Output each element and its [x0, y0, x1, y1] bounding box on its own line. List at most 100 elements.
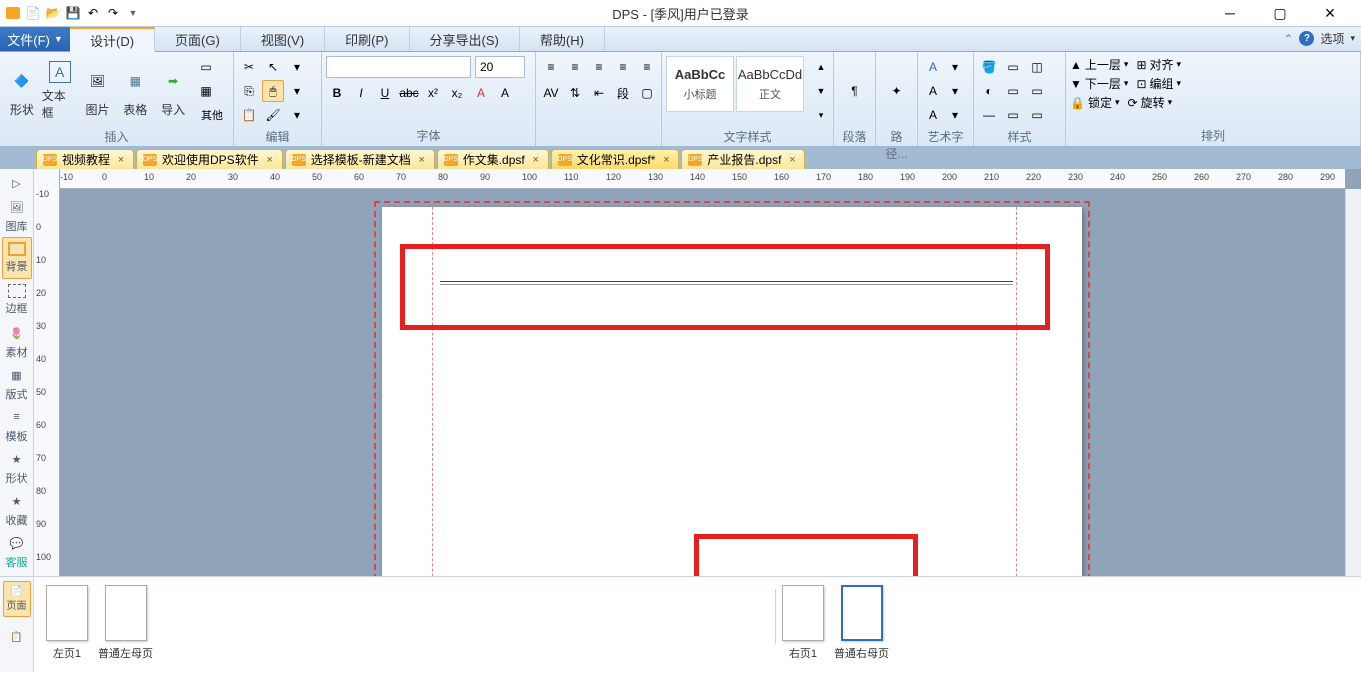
font-size-combo[interactable]: 20	[475, 56, 525, 78]
insert-other-button[interactable]: 其他	[195, 104, 229, 126]
para-more-icon[interactable]: ▢	[636, 82, 658, 104]
align-justify-icon[interactable]: ≡	[612, 56, 634, 78]
minimize-button[interactable]: ─	[1217, 4, 1243, 22]
wordart-6[interactable]: ▾	[944, 104, 966, 126]
wordart-5[interactable]: A	[922, 104, 944, 126]
send-backward-button[interactable]: ▼下一层▾	[1070, 75, 1128, 92]
highlight-button[interactable]: A	[494, 82, 516, 104]
lineheight-button[interactable]: ⇅	[564, 82, 586, 104]
edit-misc-1[interactable]: ▾	[286, 56, 308, 78]
maximize-button[interactable]: ▢	[1267, 4, 1293, 22]
select-tool[interactable]: ↖	[262, 56, 284, 78]
app-icon[interactable]	[4, 4, 22, 22]
lock-button[interactable]: 🔒锁定▾	[1070, 94, 1120, 111]
thumb-right-page-1[interactable]: 右页1	[782, 585, 824, 664]
subscript-button[interactable]: x₂	[446, 82, 468, 104]
thumb-left-page-1[interactable]: 左页1	[46, 585, 88, 664]
style-fill[interactable]: 🪣	[978, 56, 1000, 78]
wordart-3[interactable]: A	[922, 80, 944, 102]
sidebar-favorite[interactable]: ★收藏	[2, 489, 32, 531]
doc-tab-essay[interactable]: DPS作文集.dpsf×	[437, 149, 549, 169]
horizontal-ruler[interactable]: -100102030405060708090100110120130140150…	[60, 169, 1345, 189]
style-gallery-down[interactable]: ▼	[810, 80, 832, 102]
paragraph-button[interactable]: ¶	[838, 56, 871, 126]
sidebar-support[interactable]: 💬客服	[2, 531, 32, 573]
tab-view[interactable]: 视图(V)	[241, 27, 325, 51]
align-right-icon[interactable]: ≡	[588, 56, 610, 78]
undo-icon[interactable]: ↶	[84, 4, 102, 22]
thumb-left-master[interactable]: 普通左母页	[98, 585, 153, 664]
edit-misc-2[interactable]: ▾	[286, 80, 308, 102]
italic-button[interactable]: I	[350, 82, 372, 104]
format-painter-icon[interactable]: 🖌	[262, 104, 284, 126]
bold-button[interactable]: B	[326, 82, 348, 104]
bring-forward-button[interactable]: ▲上一层▾	[1070, 56, 1128, 73]
sidebar-layout[interactable]: ▦版式	[2, 363, 32, 405]
tab-help[interactable]: 帮助(H)	[520, 27, 605, 51]
insert-image-button[interactable]: 🖼图片	[80, 56, 116, 126]
open-icon[interactable]: 📂	[44, 4, 62, 22]
close-tab-icon[interactable]: ×	[264, 154, 276, 166]
file-menu[interactable]: 文件(F)▼	[0, 27, 70, 51]
edit-misc-3[interactable]: ▾	[286, 104, 308, 126]
style-shadow[interactable]: ◫	[1026, 56, 1048, 78]
style-subtitle[interactable]: AaBbCc 小标题	[666, 56, 734, 112]
tab-design[interactable]: 设计(D)	[70, 27, 155, 52]
path-button[interactable]: ✦	[880, 56, 913, 126]
doc-tab-video[interactable]: DPS视频教程×	[36, 149, 134, 169]
insert-shape-button[interactable]: 🔷形状	[4, 56, 40, 126]
panel-tab-pages[interactable]: 📄页面	[3, 581, 31, 617]
rotate-button[interactable]: ⟳旋转▾	[1128, 94, 1173, 111]
thumb-right-master[interactable]: 普通右母页	[834, 585, 889, 664]
help-icon[interactable]: ?	[1299, 31, 1314, 46]
doc-tab-welcome[interactable]: DPS欢迎使用DPS软件×	[136, 149, 283, 169]
style-5[interactable]: ▭	[1002, 80, 1024, 102]
sidebar-collapse-icon[interactable]: ▷	[10, 171, 24, 195]
sidebar-border[interactable]: 边框	[2, 279, 32, 321]
insert-misc-1[interactable]: ▭	[195, 56, 217, 78]
wordart-4[interactable]: ▾	[944, 80, 966, 102]
tab-page[interactable]: 页面(G)	[155, 27, 241, 51]
style-9[interactable]: ▭	[1026, 104, 1048, 126]
insert-misc-2[interactable]: ▦	[195, 80, 217, 102]
align-distribute-icon[interactable]: ≡	[636, 56, 658, 78]
panel-tab-other[interactable]: 📋	[3, 619, 31, 655]
sidebar-template[interactable]: ≡模板	[2, 405, 32, 447]
save-icon[interactable]: 💾	[64, 4, 82, 22]
indent-dec-icon[interactable]: ⇤	[588, 82, 610, 104]
new-icon[interactable]: 📄	[24, 4, 42, 22]
doc-tab-culture[interactable]: DPS文化常识.dpsf*×	[551, 149, 680, 169]
underline-button[interactable]: U	[374, 82, 396, 104]
close-tab-icon[interactable]: ×	[416, 154, 428, 166]
close-tab-icon[interactable]: ×	[660, 154, 672, 166]
style-gallery-more[interactable]: ▾	[810, 104, 832, 126]
sidebar-background[interactable]: 背景	[2, 237, 32, 279]
style-body[interactable]: AaBbCcDd 正文	[736, 56, 804, 112]
group-button[interactable]: ⊡编组▾	[1136, 75, 1181, 92]
tab-export[interactable]: 分享导出(S)	[410, 27, 520, 51]
vertical-scrollbar[interactable]	[1345, 189, 1361, 576]
options-button[interactable]: 选项	[1320, 30, 1344, 47]
sidebar-material[interactable]: 🌷素材	[2, 321, 32, 363]
options-dropdown-icon[interactable]: ▾	[1350, 33, 1355, 44]
align-left-icon[interactable]: ≡	[540, 56, 562, 78]
font-family-combo[interactable]	[326, 56, 471, 78]
wordart-2[interactable]: ▾	[944, 56, 966, 78]
redo-icon[interactable]: ↷	[104, 4, 122, 22]
style-4[interactable]: ◐	[978, 80, 1000, 102]
close-tab-icon[interactable]: ×	[530, 154, 542, 166]
strike-button[interactable]: abc	[398, 82, 420, 104]
close-button[interactable]: ×	[1317, 4, 1343, 22]
sidebar-gallery[interactable]: 🖼图库	[2, 195, 32, 237]
align-button[interactable]: ⊞对齐▾	[1136, 56, 1181, 73]
canvas-area[interactable]: -100102030405060708090100110 -1001020304…	[34, 169, 1361, 576]
style-6[interactable]: ▭	[1026, 80, 1048, 102]
cut-icon[interactable]: ✂	[238, 56, 260, 78]
style-border[interactable]: ▭	[1002, 56, 1024, 78]
close-tab-icon[interactable]: ×	[115, 154, 127, 166]
align-center-icon[interactable]: ≡	[564, 56, 586, 78]
close-tab-icon[interactable]: ×	[786, 154, 798, 166]
font-color-button[interactable]: A	[470, 82, 492, 104]
pointer-tool[interactable]: 🖱	[262, 80, 284, 102]
style-7[interactable]: —	[978, 104, 1000, 126]
